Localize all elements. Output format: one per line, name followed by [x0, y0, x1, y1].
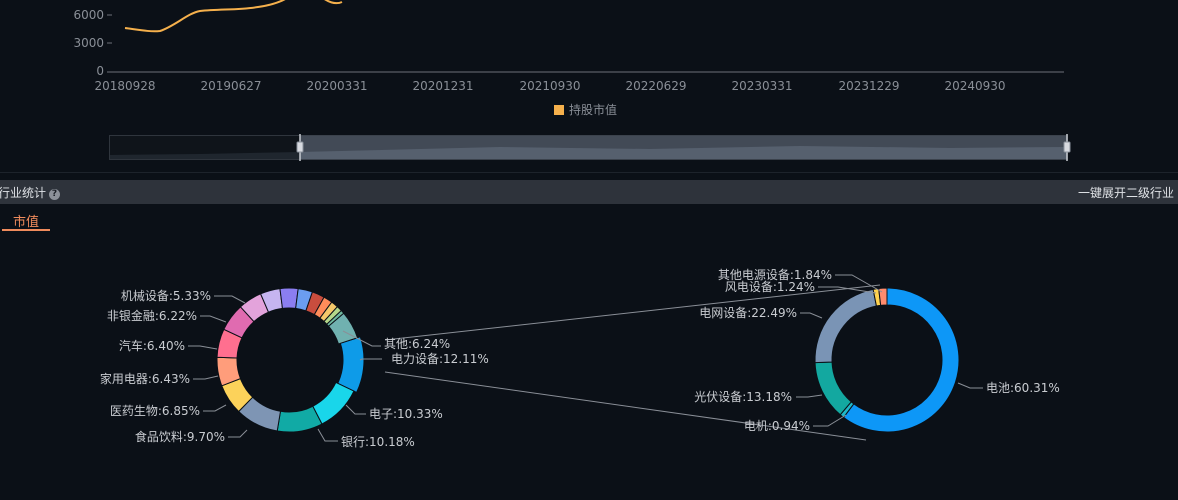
- x-tick-label: 20230331: [731, 79, 792, 93]
- donut-left-segment[interactable]: [276, 405, 323, 433]
- donut-left-label: 汽车:6.40%: [119, 338, 185, 353]
- donut-left-label: 机械设备:5.33%: [121, 288, 211, 303]
- donut-left: [216, 287, 365, 433]
- donut-right-segment[interactable]: [814, 361, 852, 416]
- donut-left-label: 家用电器:6.43%: [100, 371, 190, 386]
- x-tick-label: 20180928: [94, 79, 155, 93]
- donut-right-label: 光伏设备:13.18%: [694, 390, 792, 404]
- donut-left-label: 电力设备:12.11%: [391, 352, 489, 366]
- expand-secondary-industries-link[interactable]: 一键展开二级行业: [1078, 184, 1174, 201]
- donut-left-label: 食品饮料:9.70%: [135, 429, 225, 444]
- donut-left-label: 非银金融:6.22%: [107, 308, 197, 323]
- data-zoom-slider[interactable]: [0, 133, 1178, 163]
- donut-right-segment[interactable]: [814, 288, 878, 364]
- section-divider: [0, 172, 1178, 173]
- y-tick-label: 3000: [73, 36, 104, 50]
- line-chart: 0 3000 6000 20180928 20190627 20200331 2…: [73, 0, 1064, 117]
- donut-left-segment[interactable]: [337, 336, 365, 394]
- tab-market-value[interactable]: 市值: [2, 211, 50, 231]
- donut-left-label: 其他:6.24%: [384, 337, 450, 351]
- section-title: 行业统计?: [0, 184, 61, 201]
- section-title-text: 行业统计: [0, 186, 47, 200]
- x-tick-label: 20240930: [944, 79, 1005, 93]
- donut-right-label: 风电设备:1.24%: [725, 280, 815, 294]
- x-tick-label: 20220629: [625, 79, 686, 93]
- legend-label[interactable]: 持股市值: [569, 102, 617, 117]
- y-tick-label: 6000: [73, 8, 104, 22]
- donut-right-label: 电网设备:22.49%: [699, 306, 797, 320]
- help-icon[interactable]: ?: [49, 189, 61, 200]
- donut-left-segment[interactable]: [279, 287, 299, 309]
- donut-left-label: 医药生物:6.85%: [110, 404, 200, 418]
- donut-left-label: 银行:10.18%: [341, 435, 415, 449]
- legend-swatch[interactable]: [554, 105, 564, 115]
- industry-donut-charts: 其他:6.24% 电力设备:12.11% 电子:10.33% 银行:10.18%…: [100, 268, 1060, 449]
- donut-right-label: 电机:0.94%: [744, 419, 810, 433]
- donut-right: [814, 287, 960, 433]
- donut-right-label: 电池:60.31%: [986, 381, 1060, 395]
- series-line-holdings-value: [124, 0, 343, 33]
- x-tick-label: 20201231: [412, 79, 473, 93]
- x-tick-label: 20231229: [838, 79, 899, 93]
- donut-left-label: 电子:10.33%: [369, 407, 443, 421]
- y-tick-label: 0: [96, 64, 104, 78]
- x-tick-label: 20190627: [200, 79, 261, 93]
- x-tick-label: 20210930: [519, 79, 580, 93]
- x-tick-label: 20200331: [306, 79, 367, 93]
- industry-stats-header: 行业统计? 一键展开二级行业: [0, 180, 1178, 204]
